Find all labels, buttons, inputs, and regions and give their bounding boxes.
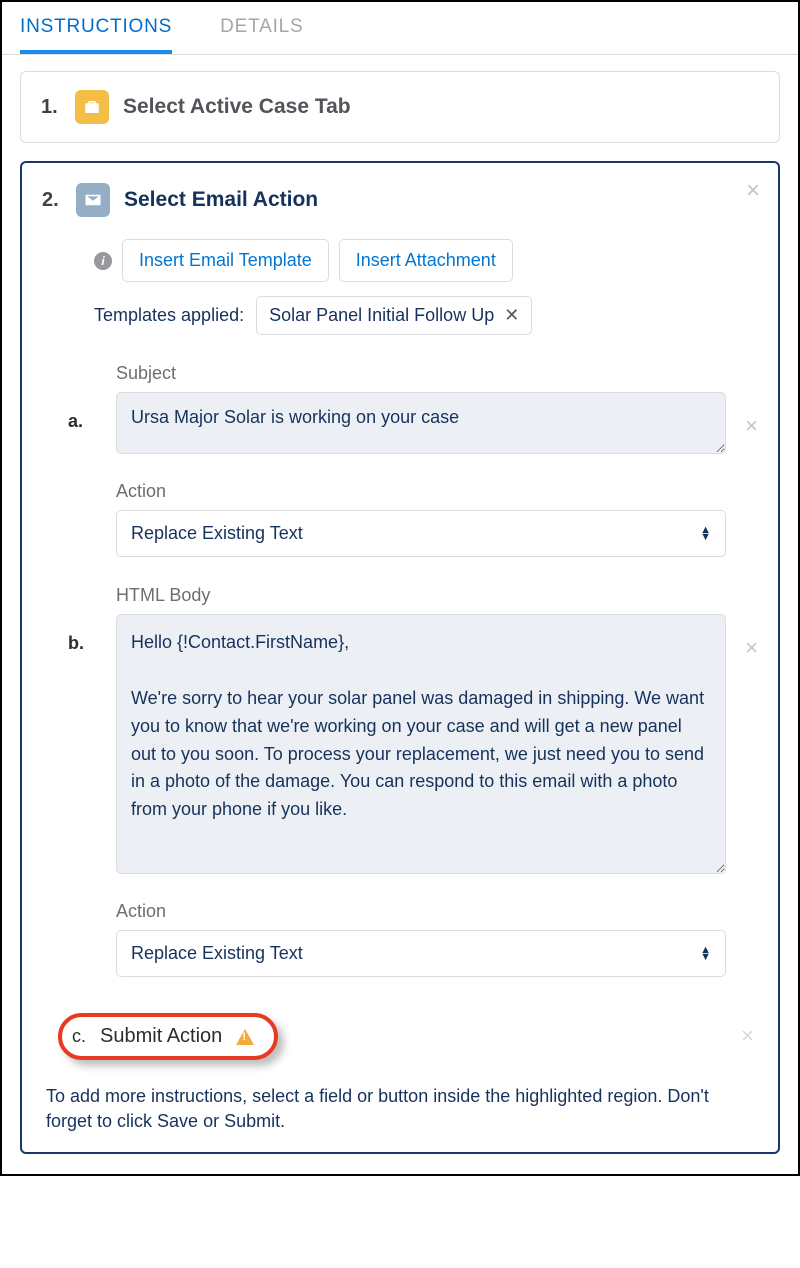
insert-email-template-button[interactable]: Insert Email Template [122,239,329,282]
substep-a-letter: a. [68,411,83,432]
step-2-title: Select Email Action [124,188,318,212]
substep-c: × c. Submit Action [48,1003,758,1070]
action-b-value: Replace Existing Text [131,943,303,964]
dropdown-arrows-icon: ▲▼ [700,947,711,961]
action-a-value: Replace Existing Text [131,523,303,544]
step-1-title: Select Active Case Tab [123,95,351,119]
remove-substep-b-icon[interactable]: × [745,635,758,661]
template-chip: Solar Panel Initial Follow Up ✕ [256,296,532,335]
substep-a: a. × Subject Action Replace Existing Tex… [42,363,758,557]
templates-applied-row: Templates applied: Solar Panel Initial F… [94,296,758,335]
remove-template-icon[interactable]: ✕ [504,305,519,326]
substep-c-title: Submit Action [100,1025,222,1048]
template-chip-label: Solar Panel Initial Follow Up [269,305,494,326]
step-2-action-buttons: i Insert Email Template Insert Attachmen… [94,239,758,282]
step-1-header: 1. Select Active Case Tab [41,90,759,124]
tabs-bar: INSTRUCTIONS DETAILS [2,2,798,55]
remove-substep-a-icon[interactable]: × [745,413,758,439]
action-b-label: Action [116,901,726,922]
substep-b-letter: b. [68,633,84,654]
remove-substep-c-icon[interactable]: × [741,1023,754,1049]
case-icon [75,90,109,124]
step-2-header: 2. Select Email Action [42,183,758,217]
info-icon[interactable]: i [94,252,112,270]
subject-input[interactable] [116,392,726,454]
substep-c-letter: c. [72,1026,86,1047]
insert-attachment-button[interactable]: Insert Attachment [339,239,513,282]
tab-instructions[interactable]: INSTRUCTIONS [20,2,172,54]
action-b-dropdown[interactable]: Replace Existing Text ▲▼ [116,930,726,977]
help-text: To add more instructions, select a field… [42,1084,758,1134]
step-2-number: 2. [42,189,62,212]
step-1-card[interactable]: 1. Select Active Case Tab [20,71,780,143]
warning-icon [236,1029,254,1045]
html-body-label: HTML Body [116,585,726,606]
step-1-number: 1. [41,96,61,119]
substep-c-highlight: c. Submit Action [58,1013,278,1060]
content-area: 1. Select Active Case Tab × 2. Select Em… [2,55,798,1174]
templates-applied-label: Templates applied: [94,305,244,326]
action-a-label: Action [116,481,726,502]
step-2-card: × 2. Select Email Action i Insert Email … [20,161,780,1154]
tab-details[interactable]: DETAILS [220,2,303,54]
subject-label: Subject [116,363,726,384]
dropdown-arrows-icon: ▲▼ [700,527,711,541]
html-body-input[interactable] [116,614,726,874]
substep-b: b. × HTML Body Action Replace Existing T… [42,585,758,977]
email-icon [76,183,110,217]
close-step-2-icon[interactable]: × [746,177,760,205]
action-a-dropdown[interactable]: Replace Existing Text ▲▼ [116,510,726,557]
